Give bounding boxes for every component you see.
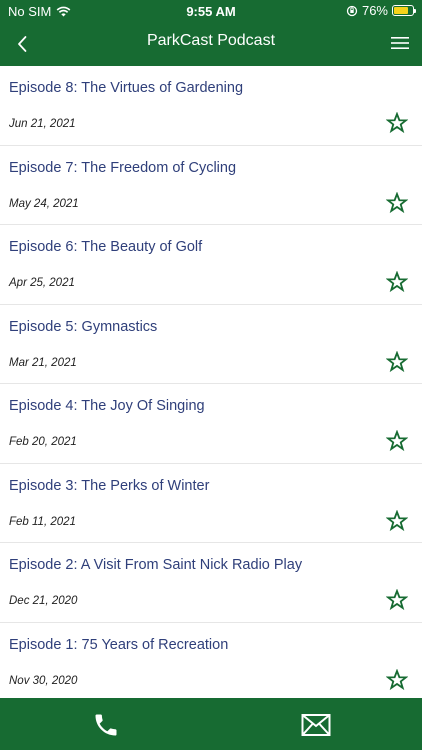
episode-date: Mar 21, 2021 — [9, 356, 77, 369]
favorite-star-icon[interactable] — [386, 271, 408, 293]
mail-icon — [301, 714, 331, 736]
episode-title: Episode 3: The Perks of Winter — [9, 477, 210, 494]
favorite-star-icon[interactable] — [386, 668, 408, 691]
favorite-star-icon[interactable] — [386, 430, 408, 452]
bottom-bar — [0, 698, 422, 750]
episode-title: Episode 2: A Visit From Saint Nick Radio… — [9, 557, 303, 573]
episode-title: Episode 7: The Freedom of Cycling — [9, 159, 237, 176]
episode-date: May 24, 2021 — [9, 197, 79, 210]
nav-bar: ParkCast Podcast — [0, 22, 422, 66]
episode-title: Episode 1: 75 Years of Recreation — [9, 636, 229, 653]
episode-list: Episode 8: The Virtues of Gardening Jun … — [0, 66, 422, 698]
episode-title: Episode 5: Gymnastics — [9, 318, 158, 335]
header: No SIM 9:55 AM 76% ParkCast Podcast — [0, 0, 422, 66]
favorite-star-icon[interactable] — [386, 191, 408, 214]
email-button[interactable] — [301, 710, 331, 740]
episode-date: Apr 25, 2021 — [9, 277, 75, 289]
episode-title: Episode 4: The Joy Of Singing — [9, 398, 205, 414]
battery-level — [394, 7, 408, 14]
call-button[interactable] — [91, 710, 121, 740]
episode-date: Feb 20, 2021 — [9, 436, 77, 448]
episode-date: Feb 11, 2021 — [9, 515, 76, 528]
episode-title: Episode 6: The Beauty of Golf — [9, 239, 203, 255]
favorite-star-icon[interactable] — [386, 589, 408, 611]
hamburger-menu-icon — [391, 37, 409, 49]
episode-date: Dec 21, 2020 — [9, 595, 78, 607]
status-right: 76% — [346, 3, 416, 18]
episode-date: Jun 21, 2021 — [9, 118, 76, 130]
battery-percent: 76% — [361, 3, 388, 18]
page-title: ParkCast Podcast — [146, 32, 276, 49]
episode-list-item[interactable]: Episode 5: Gymnastics Mar 21, 2021 — [0, 304, 422, 384]
orientation-lock-icon — [346, 5, 358, 16]
favorite-star-icon[interactable] — [386, 509, 408, 532]
episode-list-item[interactable]: Episode 7: The Freedom of Cycling May 24… — [0, 145, 422, 225]
episode-list-item[interactable]: Episode 1: 75 Years of Recreation Nov 30… — [0, 622, 422, 698]
episode-list-item[interactable]: Episode 2: A Visit From Saint Nick Radio… — [0, 543, 422, 623]
phone-icon — [95, 714, 117, 736]
episode-title: Episode 8: The Virtues of Gardening — [9, 80, 244, 96]
episode-date: Nov 30, 2020 — [9, 674, 78, 687]
episode-list-item[interactable]: Episode 8: The Virtues of Gardening Jun … — [0, 66, 422, 146]
episode-list-item[interactable]: Episode 4: The Joy Of Singing Feb 20, 20… — [0, 384, 422, 464]
menu-button[interactable] — [388, 30, 412, 56]
favorite-star-icon[interactable] — [386, 112, 408, 134]
episode-list-item[interactable]: Episode 6: The Beauty of Golf Apr 25, 20… — [0, 225, 422, 305]
status-bar: No SIM 9:55 AM 76% — [0, 0, 422, 22]
battery-tip — [414, 9, 416, 13]
battery-icon — [392, 5, 416, 16]
favorite-star-icon[interactable] — [386, 350, 408, 373]
episode-list-item[interactable]: Episode 3: The Perks of Winter Feb 11, 2… — [0, 463, 422, 543]
